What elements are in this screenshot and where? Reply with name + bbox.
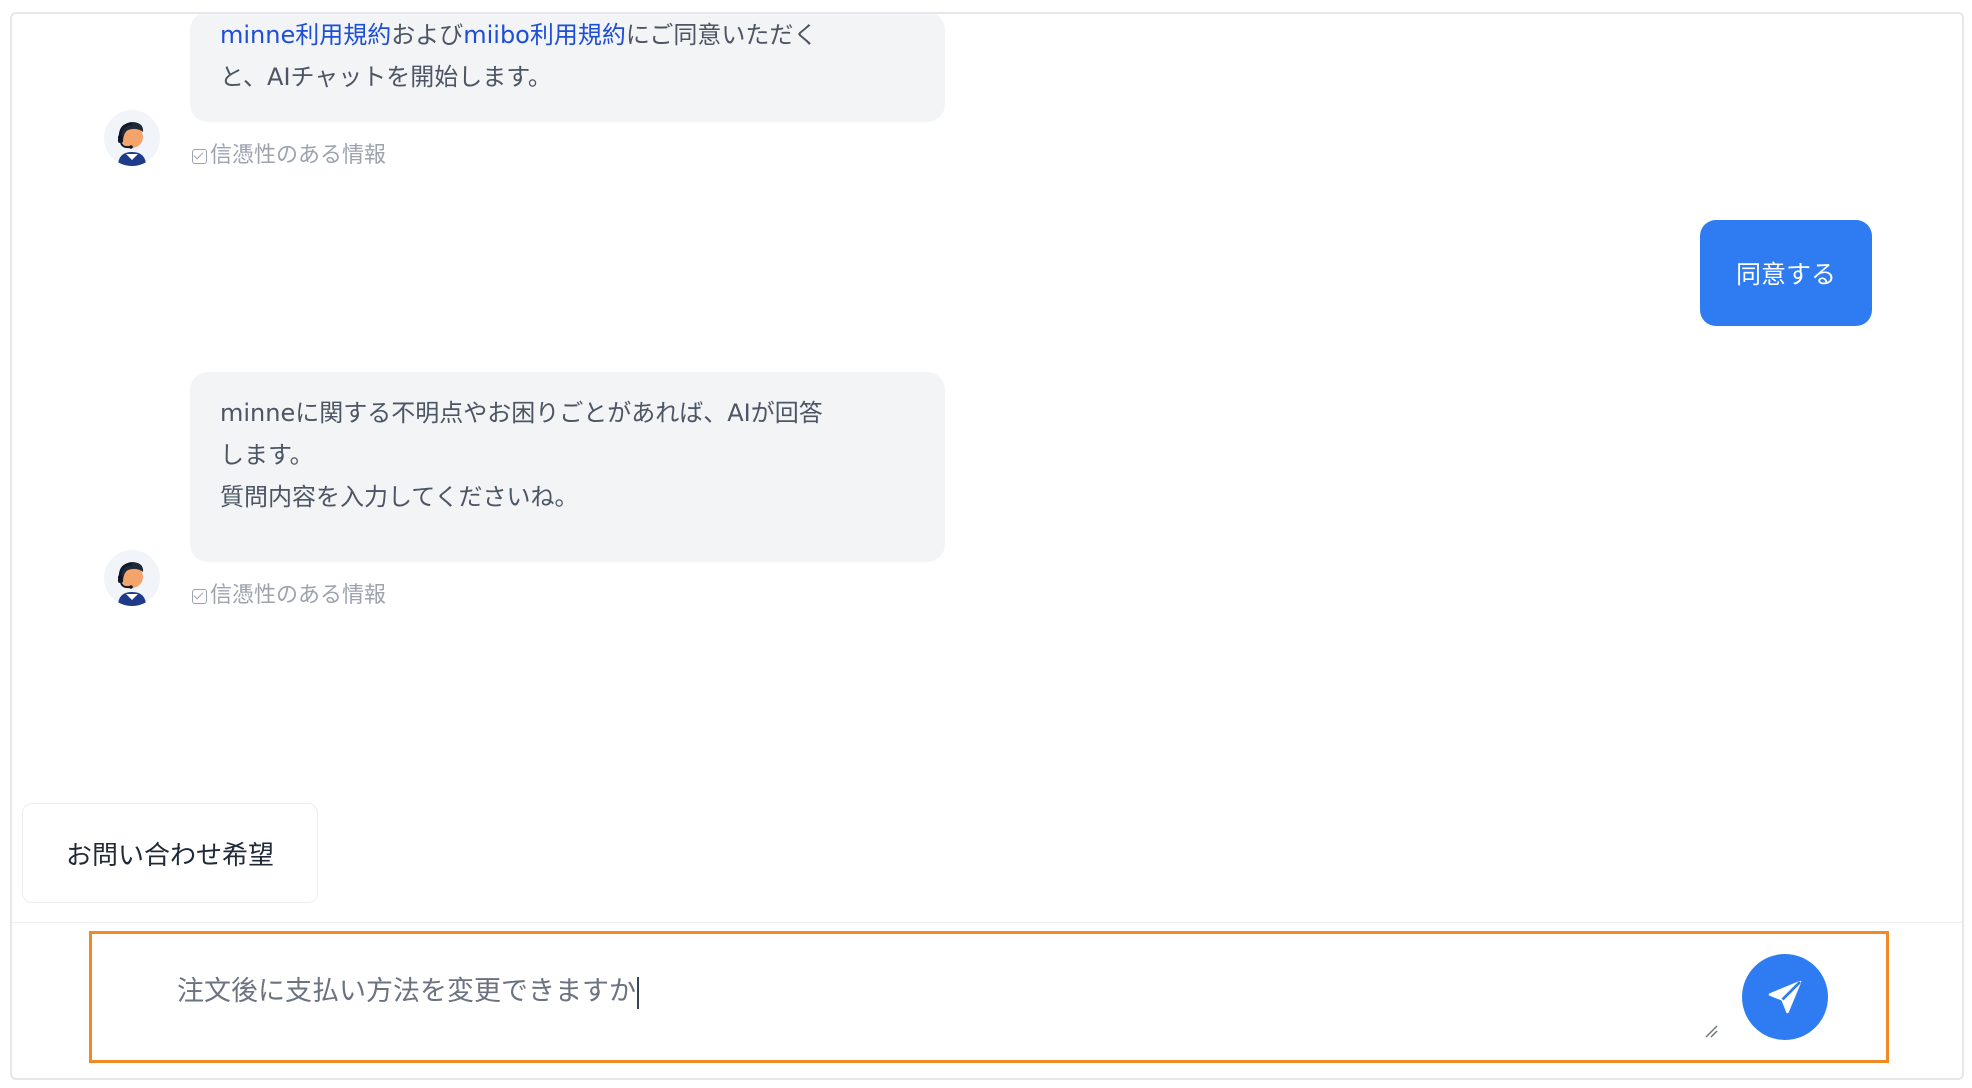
message-input[interactable]: 注文後に支払い方法を変更できますか xyxy=(177,972,639,1012)
operator-avatar xyxy=(104,550,160,606)
operator-avatar xyxy=(104,110,160,166)
user-message-agree[interactable]: 同意する xyxy=(1700,220,1872,326)
send-button[interactable] xyxy=(1742,954,1828,1040)
bot-message-2-line1: minneに関する不明点やお困りごとがあれば、AIが回答 xyxy=(220,399,823,427)
miibo-terms-link[interactable]: miibo利用規約 xyxy=(463,21,626,49)
reliability-label-1: 信憑性のある情報 xyxy=(192,142,386,170)
reliability-label-2: 信憑性のある情報 xyxy=(192,582,386,610)
bot-message-1: minne利用規約およびmiibo利用規約にご同意いただく と、AIチャットを開… xyxy=(190,14,945,122)
bot-message-1-line1: minne利用規約およびmiibo利用規約にご同意いただく xyxy=(220,21,818,49)
resize-handle-icon[interactable] xyxy=(1704,1024,1718,1038)
message-input-box[interactable]: 注文後に支払い方法を変更できますか xyxy=(89,931,1889,1063)
bot-message-2-line2: します。 xyxy=(220,441,314,469)
checkbox-check-icon xyxy=(192,588,207,604)
bot-message-1-line2: と、AIチャットを開始します。 xyxy=(220,63,552,91)
text-caret xyxy=(637,976,639,1009)
input-divider xyxy=(12,922,1962,923)
quick-reply-inquiry[interactable]: お問い合わせ希望 xyxy=(22,803,318,903)
chat-window: minne利用規約およびmiibo利用規約にご同意いただく と、AIチャットを開… xyxy=(10,12,1964,1080)
checkbox-check-icon xyxy=(192,148,207,164)
bot-message-2: minneに関する不明点やお困りごとがあれば、AIが回答 します。 質問内容を入… xyxy=(190,372,945,562)
minne-terms-link[interactable]: minne利用規約 xyxy=(220,21,391,49)
paper-plane-icon xyxy=(1768,980,1802,1014)
bot-message-2-line3: 質問内容を入力してくださいね。 xyxy=(220,483,579,511)
